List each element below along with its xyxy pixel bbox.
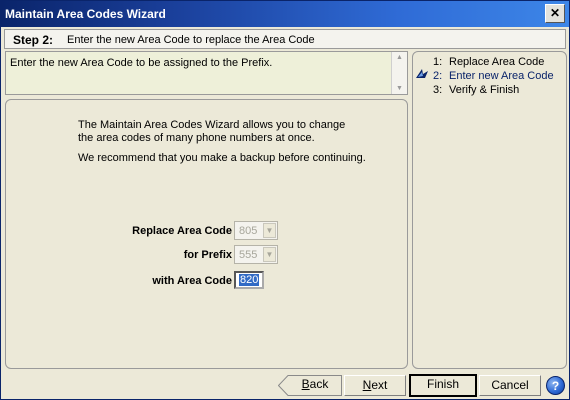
prefix-value: 555 xyxy=(239,249,258,261)
finish-label: Finish xyxy=(426,377,459,391)
close-icon: ✕ xyxy=(549,6,561,20)
back-button[interactable]: Back xyxy=(288,375,342,396)
replace-area-code-row: Replace Area Code 805 ▼ xyxy=(6,221,409,241)
step-item-number: 1: xyxy=(433,56,443,68)
chevron-down-icon[interactable]: ▼ xyxy=(263,223,276,238)
wizard-steps-panel: 1: Replace Area Code 2: Enter new Area Cod… xyxy=(412,51,567,369)
chevron-down-icon[interactable]: ▼ xyxy=(263,247,276,262)
title-bar: Maintain Area Codes Wizard ✕ xyxy=(1,1,569,27)
prefix-row: for Prefix 555 ▼ xyxy=(6,245,409,265)
help-icon: ? xyxy=(551,379,560,393)
replace-area-code-value: 805 xyxy=(239,225,258,237)
step-item-label: Replace Area Code xyxy=(449,56,545,68)
description-scrollbar[interactable]: ▲ ▼ xyxy=(391,52,407,94)
back-label: ack xyxy=(309,377,329,391)
step-item-1: 1: Replace Area Code xyxy=(433,56,544,68)
close-button[interactable]: ✕ xyxy=(545,4,565,23)
step-description-box: Enter the new Area Code to be assigned t… xyxy=(5,51,408,95)
step-header: Step 2: Enter the new Area Code to repla… xyxy=(4,29,566,49)
step-item-number: 3: xyxy=(433,84,443,96)
main-panel: The Maintain Area Codes Wizard allows yo… xyxy=(5,99,408,369)
new-area-code-input[interactable]: 820 xyxy=(234,271,264,289)
scroll-down-icon[interactable]: ▼ xyxy=(394,85,405,92)
prefix-combo[interactable]: 555 ▼ xyxy=(234,245,278,264)
intro-paragraph: The Maintain Area Codes Wizard allows yo… xyxy=(78,119,346,144)
cancel-label: Cancel xyxy=(491,378,529,392)
next-button[interactable]: Next xyxy=(344,375,406,396)
backup-warning: We recommend that you make a backup befo… xyxy=(78,152,366,164)
replace-area-code-combo[interactable]: 805 ▼ xyxy=(234,221,278,240)
step-title: Enter the new Area Code to replace the A… xyxy=(67,34,315,46)
step-item-label: Verify & Finish xyxy=(449,84,520,96)
new-area-code-row: with Area Code 820 xyxy=(6,271,409,291)
help-button[interactable]: ? xyxy=(546,376,565,395)
prefix-label: for Prefix xyxy=(183,249,232,261)
wizard-window: Maintain Area Codes Wizard ✕ Step 2: Ent… xyxy=(0,0,570,400)
scroll-up-icon[interactable]: ▲ xyxy=(394,54,405,61)
new-area-code-label: with Area Code xyxy=(152,275,232,287)
step-item-3: 3: Verify & Finish xyxy=(433,84,519,96)
cancel-button[interactable]: Cancel xyxy=(479,375,541,396)
replace-area-code-label: Replace Area Code xyxy=(132,225,232,237)
window-title: Maintain Area Codes Wizard xyxy=(5,7,166,21)
step-item-number: 2: xyxy=(433,70,443,82)
step-item-2: 2: Enter new Area Code xyxy=(433,70,554,82)
finish-button[interactable]: Finish xyxy=(409,374,477,397)
back-mnemonic: B xyxy=(301,377,310,391)
step-number-label: Step 2: xyxy=(13,33,54,47)
new-area-code-value: 820 xyxy=(239,274,260,286)
arrow-marker-icon xyxy=(416,69,428,78)
step-description-text: Enter the new Area Code to be assigned t… xyxy=(10,57,273,69)
next-label: ext xyxy=(371,378,388,392)
step-item-label: Enter new Area Code xyxy=(449,70,554,82)
